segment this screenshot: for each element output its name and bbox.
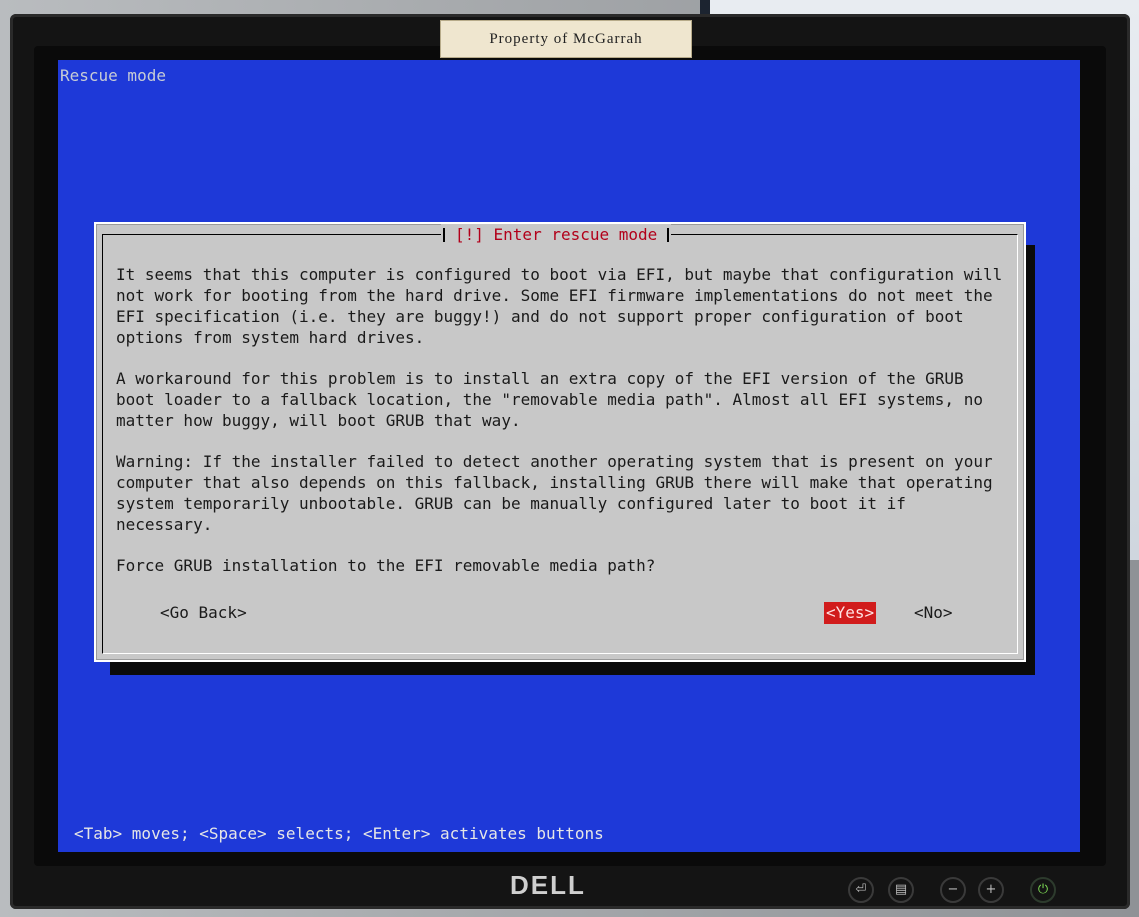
go-back-button[interactable]: <Go Back>	[158, 602, 249, 624]
key-help-status-line: <Tab> moves; <Space> selects; <Enter> ac…	[74, 824, 604, 843]
power-icon[interactable]: ⏻	[1030, 877, 1056, 903]
dialog-buttons: <Go Back> <Yes> <No>	[96, 602, 1024, 626]
dialog-paragraph-workaround: A workaround for this problem is to inst…	[116, 369, 983, 430]
dialog-question: Force GRUB installation to the EFI remov…	[116, 556, 656, 575]
dialog-body: It seems that this computer is configure…	[116, 264, 1006, 596]
yes-button[interactable]: <Yes>	[824, 602, 877, 624]
input-select-icon[interactable]: ⏎	[848, 877, 874, 903]
plus-icon[interactable]: +	[978, 877, 1004, 903]
dell-logo: DELL	[510, 870, 586, 900]
installer-screen: Rescue mode [!] Enter rescue mode It see…	[58, 60, 1080, 852]
menu-icon[interactable]: ▤	[888, 877, 914, 903]
no-button[interactable]: <No>	[912, 602, 955, 624]
dialog-paragraph-warning: Warning: If the installer failed to dete…	[116, 452, 993, 534]
dialog-title: [!] Enter rescue mode	[441, 224, 672, 246]
dialog-paragraph-efi: It seems that this computer is configure…	[116, 265, 1003, 347]
minus-icon[interactable]: −	[940, 877, 966, 903]
screen-title: Rescue mode	[60, 66, 166, 85]
property-sticker: Property of McGarrah	[440, 20, 692, 58]
rescue-mode-dialog: [!] Enter rescue mode It seems that this…	[94, 222, 1026, 662]
